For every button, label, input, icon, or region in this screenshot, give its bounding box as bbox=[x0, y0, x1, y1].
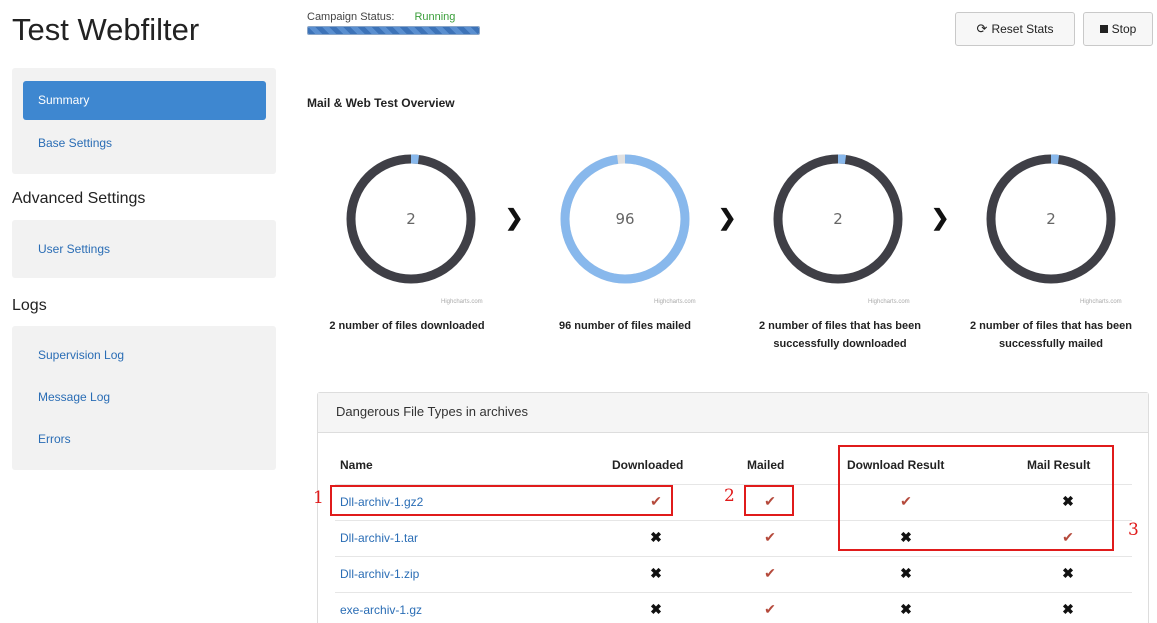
donut-chart-success-mailed: 2 bbox=[985, 153, 1117, 285]
app-title: Test Webfilter bbox=[12, 12, 200, 47]
cross-icon: ✖ bbox=[900, 601, 912, 617]
stop-label: Stop bbox=[1111, 22, 1137, 36]
donut-caption: 2 number of files downloaded bbox=[307, 317, 507, 335]
highcharts-credit[interactable]: Highcharts.com bbox=[868, 299, 910, 305]
donut-value: 2 bbox=[833, 210, 843, 228]
chevron-right-icon: ❯ bbox=[931, 205, 950, 230]
sidebar-group-advanced: User Settings bbox=[12, 220, 276, 278]
cross-icon: ✖ bbox=[650, 601, 662, 617]
donut-value: 96 bbox=[615, 210, 635, 228]
sidebar-group-main: Summary Base Settings bbox=[12, 68, 276, 174]
sidebar-group-logs: Supervision Log Message Log Errors bbox=[12, 326, 276, 470]
check-icon: ✔ bbox=[764, 565, 776, 581]
cross-icon: ✖ bbox=[1062, 601, 1074, 617]
file-link[interactable]: Dll-archiv-1.tar bbox=[340, 531, 418, 545]
sidebar-item-supervision-log[interactable]: Supervision Log bbox=[23, 336, 266, 375]
chevron-right-icon: ❯ bbox=[505, 205, 524, 230]
cross-icon: ✖ bbox=[1062, 565, 1074, 581]
highlight-number-1: 1 bbox=[313, 488, 324, 508]
highlight-number-2: 2 bbox=[724, 486, 735, 506]
chevron-right-icon: ❯ bbox=[718, 205, 737, 230]
advanced-settings-heading: Advanced Settings bbox=[12, 190, 146, 207]
sidebar-item-message-log[interactable]: Message Log bbox=[23, 378, 266, 417]
file-link[interactable]: Dll-archiv-1.zip bbox=[340, 567, 419, 581]
cross-icon: ✖ bbox=[650, 529, 662, 545]
highcharts-credit[interactable]: Highcharts.com bbox=[441, 299, 483, 305]
highlight-box-1 bbox=[330, 485, 673, 516]
campaign-status-value: Running bbox=[414, 11, 456, 23]
highlight-number-3: 3 bbox=[1128, 520, 1139, 540]
donut-chart-success-downloaded: 2 bbox=[772, 153, 904, 285]
reset-stats-button[interactable]: ⟳ Reset Stats bbox=[955, 12, 1075, 46]
sidebar-item-errors[interactable]: Errors bbox=[23, 420, 266, 459]
caption-line: successfully downloaded bbox=[773, 338, 907, 350]
donut-caption: 96 number of files mailed bbox=[530, 317, 720, 335]
highcharts-credit[interactable]: Highcharts.com bbox=[1080, 299, 1122, 305]
refresh-icon: ⟳ bbox=[976, 21, 988, 36]
logs-heading: Logs bbox=[12, 297, 47, 314]
stop-square-icon bbox=[1099, 25, 1108, 33]
sidebar-item-user-settings[interactable]: User Settings bbox=[23, 230, 266, 269]
caption-line: 2 number of files that has been bbox=[970, 320, 1132, 332]
campaign-status-label: Campaign Status: bbox=[307, 11, 395, 23]
sidebar-item-summary[interactable]: Summary bbox=[23, 81, 266, 120]
highlight-box-3 bbox=[838, 445, 1114, 551]
stop-button[interactable]: Stop bbox=[1083, 12, 1153, 46]
campaign-progress-fill bbox=[308, 27, 479, 34]
donut-chart-mailed: 96 bbox=[559, 153, 691, 285]
check-icon: ✔ bbox=[764, 529, 776, 545]
col-header-downloaded: Downloaded bbox=[612, 458, 684, 472]
table-divider bbox=[335, 592, 1132, 593]
donut-caption: 2 number of files that has been successf… bbox=[947, 317, 1155, 353]
campaign-progress-bar bbox=[307, 26, 480, 35]
highlight-box-2 bbox=[744, 485, 794, 516]
file-link[interactable]: exe-archiv-1.gz bbox=[340, 603, 422, 617]
overview-title: Mail & Web Test Overview bbox=[307, 96, 455, 110]
caption-line: 2 number of files downloaded bbox=[329, 320, 485, 332]
donut-caption: 2 number of files that has been successf… bbox=[735, 317, 945, 353]
table-divider bbox=[335, 556, 1132, 557]
donut-value: 2 bbox=[406, 210, 416, 228]
check-icon: ✔ bbox=[764, 601, 776, 617]
sidebar-item-base-settings[interactable]: Base Settings bbox=[23, 124, 266, 163]
reset-stats-label: Reset Stats bbox=[991, 22, 1054, 36]
col-header-name: Name bbox=[340, 458, 373, 472]
donut-chart-downloaded: 2 bbox=[345, 153, 477, 285]
cross-icon: ✖ bbox=[650, 565, 662, 581]
campaign-status: Campaign Status: Running bbox=[307, 11, 482, 35]
highcharts-credit[interactable]: Highcharts.com bbox=[654, 299, 696, 305]
panel-title: Dangerous File Types in archives bbox=[318, 393, 1148, 433]
donut-value: 2 bbox=[1046, 210, 1056, 228]
cross-icon: ✖ bbox=[900, 565, 912, 581]
caption-line: 96 number of files mailed bbox=[558, 320, 692, 332]
col-header-mailed: Mailed bbox=[747, 458, 785, 472]
caption-line: successfully mailed bbox=[999, 338, 1103, 350]
caption-line: 2 number of files that has been bbox=[759, 320, 921, 332]
